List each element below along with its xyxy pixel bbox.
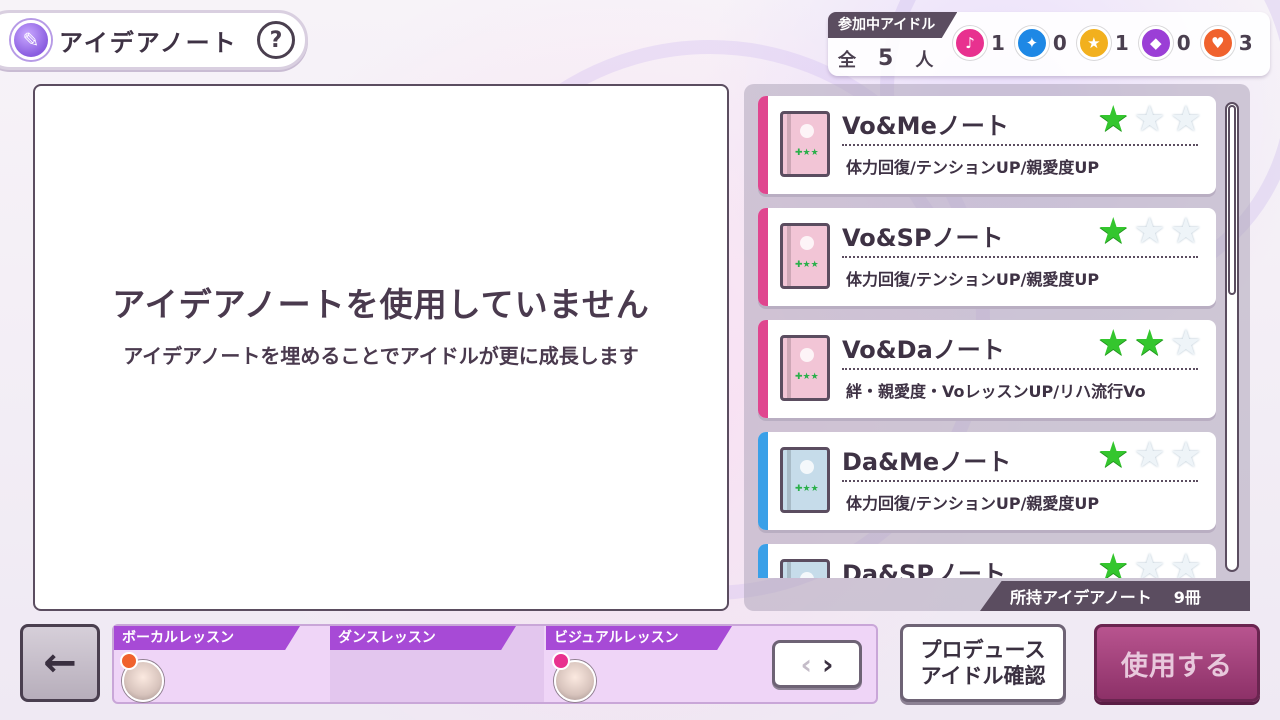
- back-button[interactable]: ←: [20, 624, 100, 702]
- note-rank-stars: ★ ★ ★: [1097, 326, 1202, 362]
- lesson-label: ビジュアルレッスン: [546, 626, 732, 650]
- idol-stat-list: ♪ 1 ✦ 0 ★ 1 ◆ 0 ♥ 3: [953, 26, 1253, 60]
- note-accent: [758, 208, 768, 306]
- participating-idols-label: 参加中アイドル: [828, 12, 958, 38]
- note-list[interactable]: ✚★★ Vo&Meノート ★ ★ ★ 体力回復/テンションUP/親愛度UP ✚★★ Vo&SP…: [758, 96, 1220, 578]
- note-divider: [842, 480, 1198, 482]
- note-divider: [842, 368, 1198, 370]
- idol-total-prefix: 全: [838, 50, 856, 71]
- idol-stat: ✦ 0: [1014, 26, 1067, 60]
- scrollbar-thumb[interactable]: [1228, 105, 1236, 295]
- idol-stat: ★ 1: [1076, 26, 1129, 60]
- idol-type-badge-icon: [120, 652, 138, 670]
- star-icon: ★: [1169, 211, 1202, 252]
- note-description: 絆・親愛度・VoレッスンUP/リハ流行Vo: [846, 382, 1146, 401]
- star-icon: ★: [1133, 435, 1166, 476]
- notebook-icon: ✚★★: [780, 223, 830, 289]
- note-accent: [758, 96, 768, 194]
- notebook-icon: ✚★★: [780, 335, 830, 401]
- page-title: アイデアノート: [59, 28, 238, 57]
- idol-stat: ♪ 1: [953, 26, 1005, 60]
- next-arrow-button[interactable]: ›: [822, 648, 834, 681]
- lesson-strip: ボーカルレッスン ダンスレッスン ビジュアルレッスン: [112, 624, 878, 704]
- star-icon: ★: [1169, 323, 1202, 364]
- idol-total-count: 5: [878, 46, 894, 71]
- empty-state-subtitle: アイデアノートを埋めることでアイドルが更に成長します: [123, 344, 639, 368]
- owned-notes-bar: 所持アイデアノート 9冊: [980, 581, 1250, 611]
- star-icon: ★: [1097, 435, 1130, 476]
- prev-arrow-button[interactable]: ‹: [800, 648, 812, 681]
- star-icon: ★: [1097, 211, 1130, 252]
- star-icon: ★: [1133, 211, 1166, 252]
- header-title-pill: ✎ アイデアノート ?: [0, 10, 308, 70]
- idol-stat-value: 1: [1114, 31, 1129, 55]
- produce-idol-confirm-button[interactable]: プロデュース アイドル確認: [900, 624, 1066, 702]
- lesson-nav: ‹ ›: [772, 640, 862, 688]
- note-list-scrollbar[interactable]: [1225, 102, 1239, 572]
- note-rank-stars: ★ ★ ★: [1097, 214, 1202, 250]
- note-accent: [758, 432, 768, 530]
- owned-notes-label: 所持アイデアノート: [1010, 588, 1152, 607]
- note-list-panel: ✚★★ Vo&Meノート ★ ★ ★ 体力回復/テンションUP/親愛度UP ✚★★ Vo&SP…: [744, 84, 1250, 611]
- idol-stat-value: 0: [1176, 31, 1191, 55]
- note-name: Da&SPノート: [842, 560, 1006, 578]
- note-rank-stars: ★ ★ ★: [1097, 547, 1202, 579]
- lesson-slot[interactable]: ボーカルレッスン: [114, 626, 328, 702]
- star-icon: ★: [1133, 547, 1166, 579]
- note-name: Vo&SPノート: [842, 224, 1004, 252]
- star-icon: ★: [1133, 323, 1166, 364]
- lesson-label: ダンスレッスン: [330, 626, 516, 650]
- note-card[interactable]: ✚★★Da&SPノート★★★: [758, 544, 1216, 578]
- note-card[interactable]: ✚★★ Vo&Meノート ★ ★ ★ 体力回復/テンションUP/親愛度UP: [758, 96, 1216, 194]
- idol-stat-value: 3: [1238, 31, 1253, 55]
- note-accent: [758, 320, 768, 418]
- idea-note-icon: ✎: [11, 20, 51, 60]
- idol-stat: ◆ 0: [1138, 26, 1191, 60]
- note-description: 体力回復/テンションUP/親愛度UP: [846, 158, 1100, 177]
- help-button[interactable]: ?: [257, 21, 295, 59]
- participating-idols-panel: 参加中アイドル 全 5 人 ♪ 1 ✦ 0 ★ 1 ◆ 0 ♥ 3: [828, 12, 1270, 76]
- note-description: 体力回復/テンションUP/親愛度UP: [846, 270, 1100, 289]
- lesson-label: ボーカルレッスン: [114, 626, 300, 650]
- idol-type-badge-icon: [552, 652, 570, 670]
- note-accent: [758, 544, 768, 578]
- notebook-icon: ✚★★: [780, 447, 830, 513]
- dance-icon: ✦: [1014, 26, 1049, 60]
- use-button[interactable]: 使用する: [1094, 624, 1260, 702]
- note-detail-panel: アイデアノートを使用していません アイデアノートを埋めることでアイドルが更に成長…: [33, 84, 729, 611]
- idol-total-suffix: 人: [915, 50, 934, 71]
- lesson-slot[interactable]: ビジュアルレッスン: [546, 626, 760, 702]
- idol-stat-value: 1: [991, 31, 1005, 55]
- note-card[interactable]: ✚★★ Vo&Daノート ★ ★ ★ 絆・親愛度・VoレッスンUP/リハ流行Vo: [758, 320, 1216, 418]
- star-icon: ★: [1097, 547, 1130, 579]
- star-icon: ★: [1097, 323, 1130, 364]
- note-name: Da&Meノート: [842, 448, 1012, 476]
- vocal-icon: ♪: [953, 26, 987, 60]
- note-divider: [842, 144, 1198, 146]
- note-name: Vo&Meノート: [842, 112, 1009, 140]
- note-divider: [842, 256, 1198, 258]
- owned-notes-count: 9冊: [1173, 588, 1201, 607]
- heart-icon: ♥: [1200, 26, 1235, 60]
- idol-total: 全 5 人: [838, 46, 933, 72]
- note-description: 体力回復/テンションUP/親愛度UP: [846, 494, 1100, 513]
- notebook-icon: ✚★★: [780, 559, 830, 578]
- star-icon: ★: [1097, 99, 1130, 140]
- star-icon: ★: [1169, 547, 1202, 579]
- mental-icon: ◆: [1138, 26, 1173, 60]
- star-icon: ★: [1169, 435, 1202, 476]
- note-card[interactable]: ✚★★ Da&Meノート ★ ★ ★ 体力回復/テンションUP/親愛度UP: [758, 432, 1216, 530]
- star-icon: ★: [1133, 99, 1166, 140]
- notebook-icon: ✚★★: [780, 111, 830, 177]
- note-rank-stars: ★ ★ ★: [1097, 102, 1202, 138]
- idol-stat-value: 0: [1052, 31, 1067, 55]
- lesson-slot[interactable]: ダンスレッスン: [330, 626, 544, 702]
- note-name: Vo&Daノート: [842, 336, 1005, 364]
- idol-stat: ♥ 3: [1200, 26, 1253, 60]
- note-rank-stars: ★ ★ ★: [1097, 438, 1202, 474]
- empty-state-title: アイデアノートを使用していません: [112, 285, 650, 324]
- star-icon: ★: [1169, 99, 1202, 140]
- note-card[interactable]: ✚★★ Vo&SPノート ★ ★ ★ 体力回復/テンションUP/親愛度UP: [758, 208, 1216, 306]
- visual-icon: ★: [1076, 26, 1111, 60]
